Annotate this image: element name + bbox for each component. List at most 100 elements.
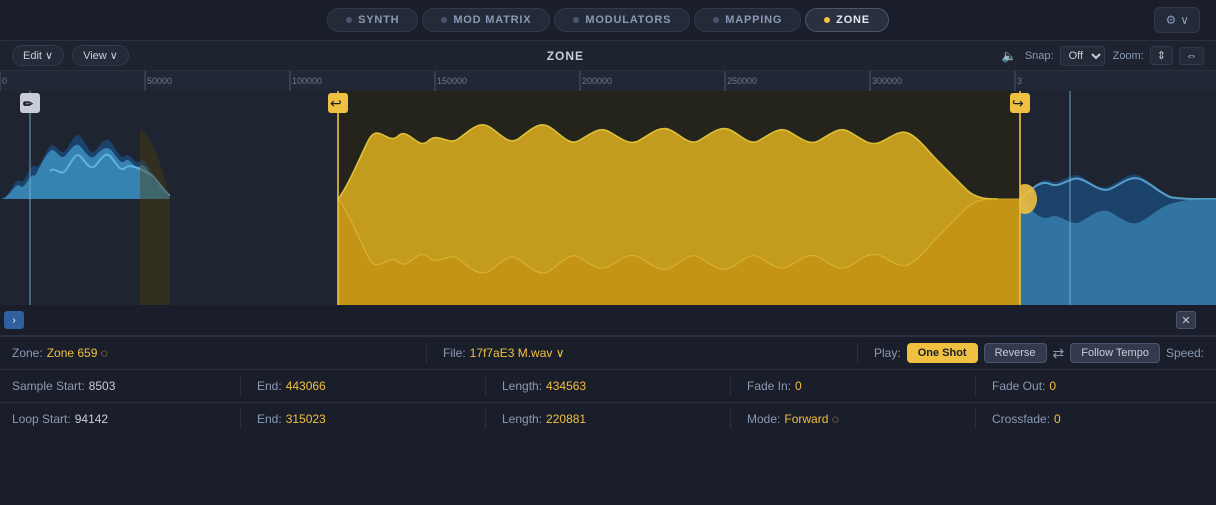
- info-row-2: Sample Start: 8503 End: 443066 Length: 4…: [0, 369, 1216, 402]
- zone-label: ZONE: [836, 14, 870, 26]
- zone-cell: Zone: Zone 659 ◌: [12, 346, 410, 360]
- zone-label: Zone:: [12, 346, 43, 360]
- close-waveform-button[interactable]: ✕: [1176, 311, 1196, 329]
- end-value-2: 443066: [286, 379, 326, 393]
- divider-3: [240, 376, 241, 396]
- settings-icon: ⚙: [1165, 13, 1176, 27]
- svg-text:✏: ✏: [23, 97, 34, 111]
- settings-button[interactable]: ⚙ ∨: [1154, 7, 1200, 33]
- scroll-left-button[interactable]: ›: [4, 311, 24, 329]
- fade-in-value: 0: [795, 379, 802, 393]
- tab-modulators[interactable]: MODULATORS: [554, 8, 690, 32]
- play-label: Play:: [874, 346, 901, 360]
- synth-dot: [346, 17, 352, 23]
- svg-text:300000: 300000: [872, 76, 902, 86]
- mode-value[interactable]: Forward ◌: [784, 412, 838, 426]
- reverse-button[interactable]: Reverse: [984, 343, 1047, 363]
- tab-synth[interactable]: SYNTH: [327, 8, 418, 32]
- length-cell-3: Length: 220881: [502, 412, 714, 426]
- zone-value[interactable]: Zone 659 ◌: [47, 346, 108, 360]
- loop-icon[interactable]: ⇄: [1053, 345, 1065, 362]
- divider-2: [857, 343, 858, 363]
- zoom-control: Zoom: ⇕ ⇔: [1113, 46, 1204, 65]
- length-cell-2: Length: 434563: [502, 379, 714, 393]
- crossfade-cell: Crossfade: 0: [992, 412, 1204, 426]
- length-label-2: Length:: [502, 379, 542, 393]
- waveform-scrollbar[interactable]: › ✕: [0, 305, 1216, 335]
- view-button[interactable]: View ∨: [72, 45, 129, 66]
- zoom-label: Zoom:: [1113, 50, 1144, 62]
- svg-text:150000: 150000: [437, 76, 467, 86]
- svg-text:100000: 100000: [292, 76, 322, 86]
- divider-7: [240, 409, 241, 429]
- mod-matrix-dot: [441, 17, 447, 23]
- svg-text:250000: 250000: [727, 76, 757, 86]
- toolbar: Edit ∨ View ∨ ZONE 🔈 Snap: Off Zoom: ⇕ ⇔: [0, 40, 1216, 71]
- zoom-full-button[interactable]: ⇔: [1179, 47, 1204, 65]
- fade-in-label: Fade In:: [747, 379, 791, 393]
- svg-text:↪: ↪: [1012, 95, 1024, 111]
- follow-tempo-button[interactable]: Follow Tempo: [1070, 343, 1160, 363]
- divider-6: [975, 376, 976, 396]
- svg-text:200000: 200000: [582, 76, 612, 86]
- divider-10: [975, 409, 976, 429]
- zoom-fit-button[interactable]: ⇕: [1150, 46, 1173, 65]
- loop-start-label: Loop Start:: [12, 412, 71, 426]
- divider-1: [426, 343, 427, 363]
- ruler: 0 50000 100000 150000 200000 250000 3000…: [0, 71, 1216, 91]
- fade-out-cell: Fade Out: 0: [992, 379, 1204, 393]
- oneshot-button[interactable]: One Shot: [907, 343, 978, 363]
- file-cell: File: 17f7aE3 M.wav ∨: [443, 346, 841, 360]
- view-label: View ∨: [83, 49, 118, 62]
- end-value-3: 315023: [286, 412, 326, 426]
- divider-8: [485, 409, 486, 429]
- speed-label: Speed:: [1166, 346, 1204, 360]
- end-cell-3: End: 315023: [257, 412, 469, 426]
- edit-label: Edit ∨: [23, 49, 53, 62]
- end-label-2: End:: [257, 379, 282, 393]
- sample-start-value: 8503: [89, 379, 116, 393]
- snap-label: Snap:: [1025, 50, 1054, 62]
- waveform-container: 0 50000 100000 150000 200000 250000 3000…: [0, 71, 1216, 336]
- crossfade-label: Crossfade:: [992, 412, 1050, 426]
- info-row-3: Loop Start: 94142 End: 315023 Length: 22…: [0, 402, 1216, 435]
- settings-chevron: ∨: [1180, 13, 1189, 27]
- fade-out-label: Fade Out:: [992, 379, 1045, 393]
- tab-mod-matrix[interactable]: MOD MATRIX: [422, 8, 550, 32]
- snap-control: Snap: Off: [1025, 46, 1105, 66]
- svg-text:50000: 50000: [147, 76, 172, 86]
- svg-text:0: 0: [2, 76, 7, 86]
- mode-cell: Mode: Forward ◌: [747, 412, 959, 426]
- svg-text:↩: ↩: [330, 95, 342, 111]
- tab-zone[interactable]: ZONE: [805, 8, 889, 32]
- speaker-icon[interactable]: 🔈: [1002, 49, 1017, 63]
- snap-select[interactable]: Off: [1060, 46, 1105, 66]
- modulators-label: MODULATORS: [585, 14, 671, 26]
- edit-button[interactable]: Edit ∨: [12, 45, 64, 66]
- sample-start-label: Sample Start:: [12, 379, 85, 393]
- mapping-label: MAPPING: [725, 14, 782, 26]
- tab-mapping[interactable]: MAPPING: [694, 8, 801, 32]
- loop-start-cell: Loop Start: 94142: [12, 412, 224, 426]
- divider-5: [730, 376, 731, 396]
- svg-text:3: 3: [1017, 76, 1022, 86]
- modulators-dot: [573, 17, 579, 23]
- file-value[interactable]: 17f7aE3 M.wav ∨: [470, 346, 565, 360]
- length-value-2: 434563: [546, 379, 586, 393]
- zone-dot: [824, 17, 830, 23]
- mode-label: Mode:: [747, 412, 780, 426]
- divider-4: [485, 376, 486, 396]
- length-label-3: Length:: [502, 412, 542, 426]
- file-label: File:: [443, 346, 466, 360]
- play-controls: Play: One Shot Reverse ⇄ Follow Tempo Sp…: [874, 343, 1204, 363]
- toolbar-title: ZONE: [137, 49, 994, 63]
- divider-9: [730, 409, 731, 429]
- end-cell-2: End: 443066: [257, 379, 469, 393]
- length-value-3: 220881: [546, 412, 586, 426]
- synth-label: SYNTH: [358, 14, 399, 26]
- mod-matrix-label: MOD MATRIX: [453, 14, 531, 26]
- mapping-dot: [713, 17, 719, 23]
- info-row-1: Zone: Zone 659 ◌ File: 17f7aE3 M.wav ∨ P…: [0, 336, 1216, 369]
- top-nav: SYNTH MOD MATRIX MODULATORS MAPPING ZONE…: [0, 0, 1216, 40]
- end-label-3: End:: [257, 412, 282, 426]
